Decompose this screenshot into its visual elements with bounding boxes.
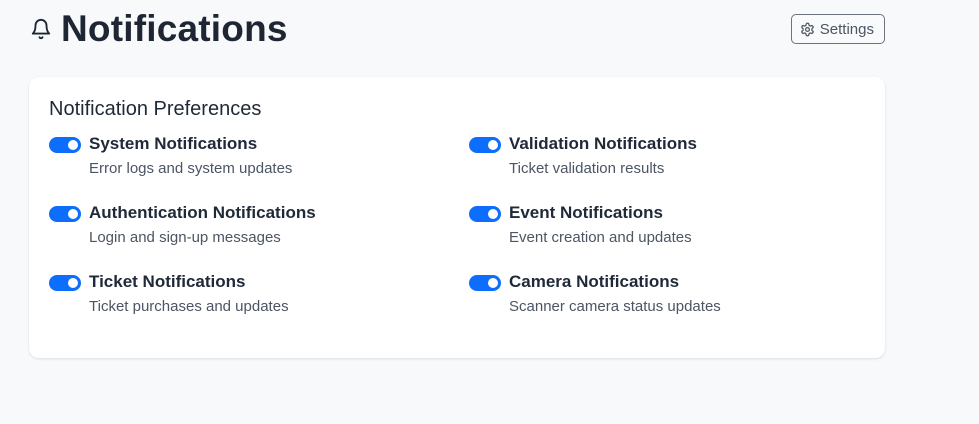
pref-event: Event Notifications Event creation and u…	[469, 203, 869, 263]
system-toggle[interactable]	[49, 137, 81, 153]
pref-label: Event Notifications	[509, 203, 663, 222]
pref-authentication: Authentication Notifications Login and s…	[49, 203, 449, 263]
pref-label: Validation Notifications	[509, 134, 697, 153]
gear-icon	[800, 22, 815, 37]
settings-label: Settings	[819, 20, 874, 38]
pref-label: Ticket Notifications	[89, 272, 246, 291]
validation-toggle[interactable]	[469, 137, 501, 153]
pref-label: Camera Notifications	[509, 272, 680, 291]
notification-preferences-card: Notification Preferences System Notifica…	[29, 77, 885, 358]
authentication-toggle[interactable]	[49, 206, 81, 222]
card-title: Notification Preferences	[49, 98, 262, 120]
pref-description: Ticket purchases and updates	[89, 298, 289, 315]
pref-validation: Validation Notifications Ticket validati…	[469, 134, 869, 194]
ticket-toggle[interactable]	[49, 275, 81, 291]
bell-icon	[30, 16, 52, 42]
pref-description: Event creation and updates	[509, 229, 692, 246]
pref-description: Scanner camera status updates	[509, 298, 721, 315]
title-group: Notifications	[30, 6, 288, 52]
pref-label: Authentication Notifications	[89, 203, 316, 222]
pref-description: Error logs and system updates	[89, 160, 293, 177]
notifications-page: Notifications Settings Notification Pref…	[0, 0, 979, 424]
pref-label: System Notifications	[89, 134, 258, 153]
pref-description: Login and sign-up messages	[89, 229, 281, 246]
camera-toggle[interactable]	[469, 275, 501, 291]
settings-button[interactable]: Settings	[790, 14, 885, 44]
page-title: Notifications	[61, 8, 288, 49]
pref-description: Ticket validation results	[509, 160, 665, 177]
page-header: Notifications Settings	[30, 6, 885, 54]
event-toggle[interactable]	[469, 206, 501, 222]
pref-system: System Notifications Error logs and syst…	[49, 134, 449, 194]
pref-camera: Camera Notifications Scanner camera stat…	[469, 272, 869, 332]
pref-ticket: Ticket Notifications Ticket purchases an…	[49, 272, 449, 332]
